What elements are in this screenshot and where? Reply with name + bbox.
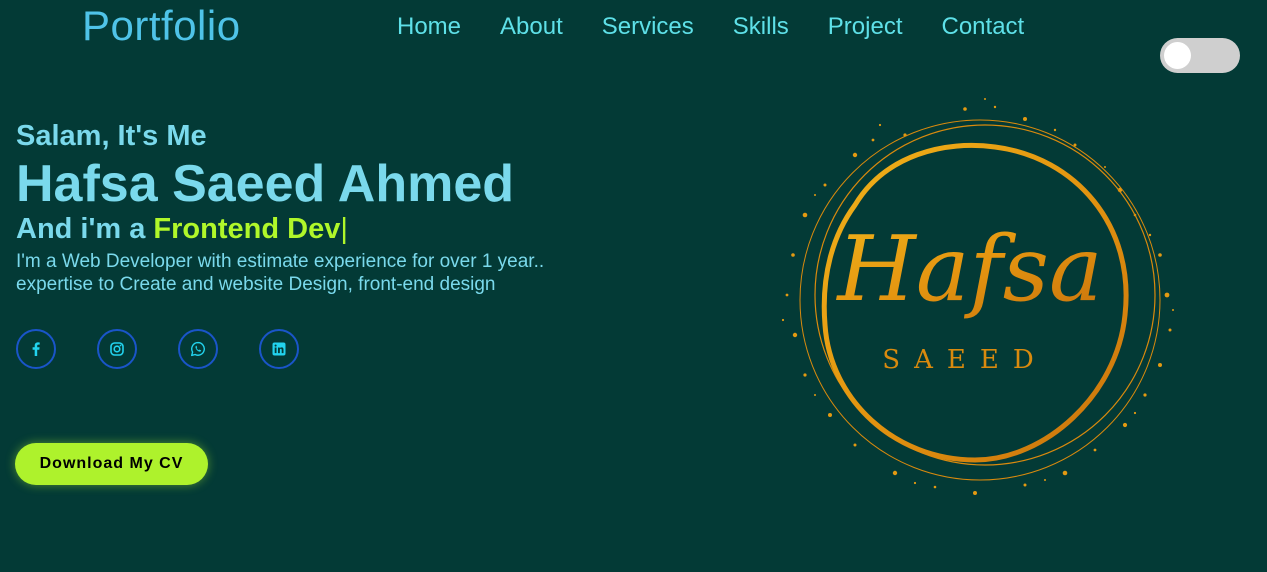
nav-link-contact[interactable]: Contact [942, 12, 1025, 42]
hero-role: And i'm a Frontend Dev| [16, 213, 348, 246]
nav-link-skills[interactable]: Skills [733, 12, 789, 42]
site-logo[interactable]: Portfolio [82, 2, 241, 50]
description-line-2: expertise to Create and website Design, … [16, 274, 496, 295]
brand-logo-art: Hafsa SAEED [781, 98, 1174, 495]
hero-description: I'm a Web Developer with estimate experi… [16, 250, 544, 296]
nav-link-about[interactable]: About [500, 12, 563, 42]
role-prefix: And i'm a [16, 213, 154, 245]
nav-link-project[interactable]: Project [828, 12, 903, 42]
linkedin-link[interactable] [259, 329, 299, 369]
linkedin-icon [272, 342, 286, 356]
facebook-icon [32, 342, 40, 356]
whatsapp-link[interactable] [178, 329, 218, 369]
signature-caption: SAEED [882, 345, 1047, 375]
typing-cursor: | [340, 213, 348, 245]
facebook-link[interactable] [16, 329, 56, 369]
role-typed: Frontend Dev [153, 213, 341, 245]
hero-greeting: Salam, It's Me [16, 120, 207, 152]
instagram-link[interactable] [97, 329, 137, 369]
main-nav: Home About Services Skills Project Conta… [397, 12, 1063, 42]
instagram-icon [110, 342, 124, 356]
signature-text: Hafsa [835, 217, 1102, 322]
nav-link-services[interactable]: Services [602, 12, 694, 42]
toggle-knob [1164, 42, 1191, 69]
social-links [16, 329, 340, 369]
hero-name: Hafsa Saeed Ahmed [16, 155, 515, 213]
download-cv-button[interactable]: Download My CV [15, 443, 208, 485]
whatsapp-icon [191, 341, 205, 357]
description-line-1: I'm a Web Developer with estimate experi… [16, 251, 545, 272]
nav-link-home[interactable]: Home [397, 12, 461, 42]
page: Portfolio Home About Services Skills Pro… [0, 0, 1267, 572]
theme-toggle[interactable] [1160, 38, 1240, 73]
